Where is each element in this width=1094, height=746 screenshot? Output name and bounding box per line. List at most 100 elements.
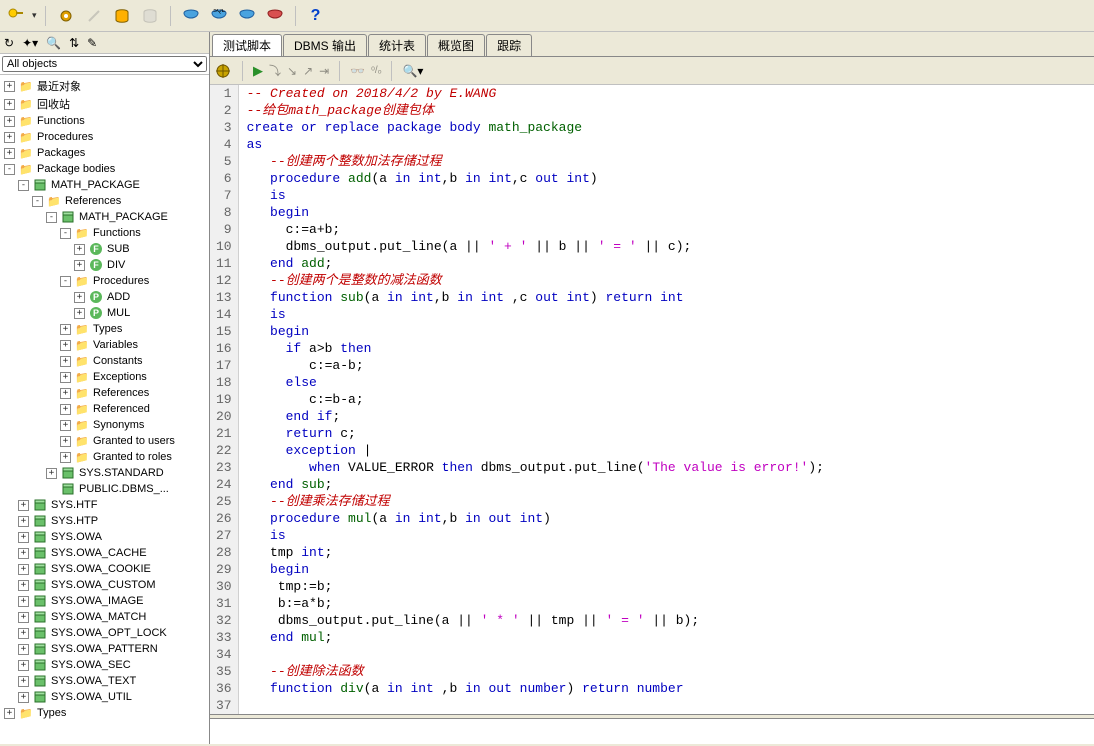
run-icon[interactable]: ▶ [253, 63, 263, 79]
tab-跟踪[interactable]: 跟踪 [486, 34, 532, 56]
bowl-icon-2[interactable]: SQL [207, 4, 231, 28]
tab-概览图[interactable]: 概览图 [427, 34, 485, 56]
tree-node[interactable]: +SYS.OWA [0, 529, 209, 545]
tree-node[interactable]: -MATH_PACKAGE [0, 209, 209, 225]
tree-node[interactable]: +📁Synonyms [0, 417, 209, 433]
tree-node[interactable]: +SYS.OWA_SEC [0, 657, 209, 673]
tree-node[interactable]: +📁Granted to roles [0, 449, 209, 465]
tree-node[interactable]: +📁Constants [0, 353, 209, 369]
object-filter-select[interactable]: All objects [2, 56, 207, 72]
tree-toggle-icon[interactable]: + [60, 324, 71, 335]
tree-toggle-icon[interactable]: + [4, 81, 15, 92]
brush-icon[interactable]: ✎ [87, 36, 97, 50]
tree-node[interactable]: +📁最近对象 [0, 77, 209, 95]
tree-toggle-icon[interactable]: + [60, 452, 71, 463]
vars-icon[interactable]: ᵒ/ₒ [371, 65, 381, 76]
tree-node[interactable]: +PADD [0, 289, 209, 305]
tree-toggle-icon[interactable]: - [4, 164, 15, 175]
tree-node[interactable]: +📁Functions [0, 113, 209, 129]
tree-node[interactable]: +📁Variables [0, 337, 209, 353]
tree-toggle-icon[interactable]: + [18, 644, 29, 655]
tree-toggle-icon[interactable]: + [46, 468, 57, 479]
tree-toggle-icon[interactable]: - [32, 196, 43, 207]
tree-node[interactable]: +FSUB [0, 241, 209, 257]
tree-toggle-icon[interactable]: + [60, 340, 71, 351]
tree-toggle-icon[interactable]: + [60, 436, 71, 447]
tree-toggle-icon[interactable]: + [18, 596, 29, 607]
tree-toggle-icon[interactable]: + [74, 260, 85, 271]
tree-toggle-icon[interactable]: - [46, 212, 57, 223]
tree-node[interactable]: +📁Packages [0, 145, 209, 161]
tree-node[interactable]: +SYS.HTF [0, 497, 209, 513]
tree-toggle-icon[interactable]: + [4, 132, 15, 143]
tree-toggle-icon[interactable]: - [60, 228, 71, 239]
search-icon[interactable]: 🔍▾ [402, 64, 423, 78]
bowl-icon-1[interactable] [179, 4, 203, 28]
tree-toggle-icon[interactable]: + [74, 292, 85, 303]
tree-node[interactable]: +SYS.HTP [0, 513, 209, 529]
tree-node[interactable]: -📁References [0, 193, 209, 209]
tree-toggle-icon[interactable]: + [60, 420, 71, 431]
tree-node[interactable]: +📁Granted to users [0, 433, 209, 449]
tree-toggle-icon[interactable]: + [18, 660, 29, 671]
step-out-icon[interactable]: ↗ [303, 64, 313, 78]
tree-toggle-icon[interactable]: - [18, 180, 29, 191]
tree-node[interactable]: +📁回收站 [0, 95, 209, 113]
step-into-icon[interactable]: ↘ [287, 64, 297, 78]
tree-toggle-icon[interactable]: + [60, 356, 71, 367]
tree-toggle-icon[interactable]: + [60, 404, 71, 415]
tree-toggle-icon[interactable]: + [18, 548, 29, 559]
tree-node[interactable]: +SYS.OWA_UTIL [0, 689, 209, 705]
tree-toggle-icon[interactable]: + [4, 708, 15, 719]
tree-toggle-icon[interactable]: + [18, 532, 29, 543]
tree-toggle-icon[interactable]: + [74, 308, 85, 319]
debug-icon[interactable] [214, 62, 232, 80]
tools-icon[interactable]: ✦▾ [22, 36, 38, 50]
refresh-icon[interactable]: ↻ [4, 36, 14, 50]
tree-toggle-icon[interactable]: + [18, 676, 29, 687]
tree-node[interactable]: +📁Types [0, 705, 209, 721]
tree-node[interactable]: +📁Exceptions [0, 369, 209, 385]
glasses-icon[interactable]: 👓 [350, 64, 365, 78]
wand-icon[interactable] [82, 4, 106, 28]
tree-node[interactable]: +FDIV [0, 257, 209, 273]
key-icon[interactable] [4, 4, 28, 28]
tree-node[interactable]: -MATH_PACKAGE [0, 177, 209, 193]
bowl-icon-3[interactable] [235, 4, 259, 28]
tab-统计表[interactable]: 统计表 [368, 34, 426, 56]
tree-node[interactable]: +📁Types [0, 321, 209, 337]
tree-node[interactable]: +SYS.OWA_IMAGE [0, 593, 209, 609]
tab-测试脚本[interactable]: 测试脚本 [212, 34, 282, 56]
tree-node[interactable]: +SYS.OWA_MATCH [0, 609, 209, 625]
tree-toggle-icon[interactable]: + [18, 692, 29, 703]
bowl-icon-4[interactable] [263, 4, 287, 28]
tree-node[interactable]: +SYS.STANDARD [0, 465, 209, 481]
tree-node[interactable]: +SYS.OWA_COOKIE [0, 561, 209, 577]
db-icon-2[interactable] [138, 4, 162, 28]
tree-node[interactable]: +SYS.OWA_PATTERN [0, 641, 209, 657]
tree-node[interactable]: +SYS.OWA_CUSTOM [0, 577, 209, 593]
tree-node[interactable]: -📁Package bodies [0, 161, 209, 177]
sort-icon[interactable]: ⇅ [69, 36, 79, 50]
tree-toggle-icon[interactable]: + [4, 148, 15, 159]
code-editor[interactable]: 1234567891011121314151617181920212223242… [210, 85, 1094, 714]
tree-node[interactable]: +📁Referenced [0, 401, 209, 417]
tree-node[interactable]: +SYS.OWA_TEXT [0, 673, 209, 689]
tab-DBMS 输出[interactable]: DBMS 输出 [283, 34, 367, 56]
tree-node[interactable]: -📁Procedures [0, 273, 209, 289]
tree-node[interactable]: -📁Functions [0, 225, 209, 241]
tree-toggle-icon[interactable]: + [60, 372, 71, 383]
tree-toggle-icon[interactable]: + [18, 612, 29, 623]
tree-toggle-icon[interactable]: + [18, 628, 29, 639]
tree-node[interactable]: +📁References [0, 385, 209, 401]
tree-toggle-icon[interactable]: + [18, 564, 29, 575]
db-icon-1[interactable] [110, 4, 134, 28]
tree-node[interactable]: +📁Procedures [0, 129, 209, 145]
run-to-icon[interactable]: ⇥ [319, 64, 329, 78]
tree-toggle-icon[interactable]: + [74, 244, 85, 255]
tree-node[interactable]: PUBLIC.DBMS_... [0, 481, 209, 497]
tree-node[interactable]: +SYS.OWA_CACHE [0, 545, 209, 561]
tree-node[interactable]: +PMUL [0, 305, 209, 321]
step-over-icon[interactable]: ⤵ [269, 62, 281, 79]
tree-toggle-icon[interactable]: + [18, 500, 29, 511]
